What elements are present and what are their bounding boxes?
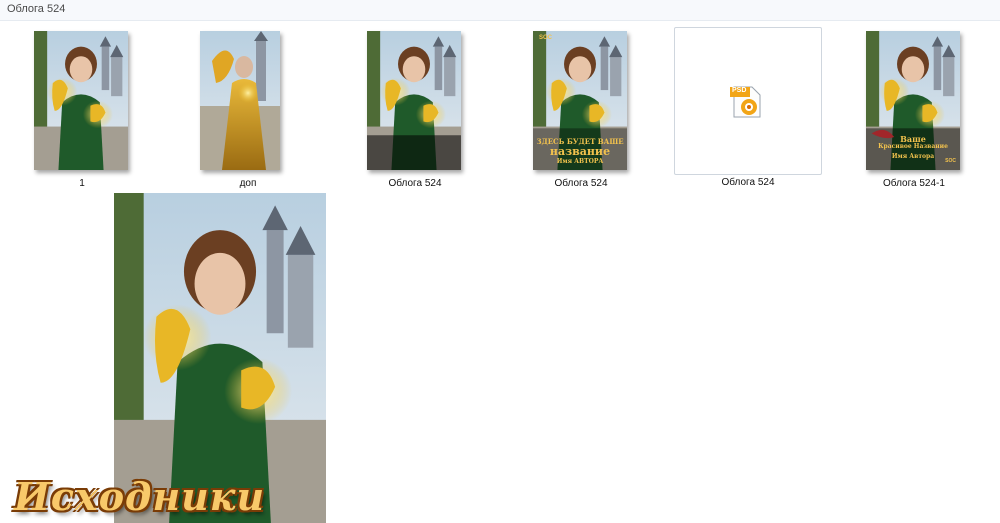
file-thumbnail <box>34 31 128 170</box>
file-tile[interactable]: ЗДЕСЬ БУДЕТ ВАШЕ название Имя АВТОРА SOC… <box>529 28 633 189</box>
file-tile[interactable]: Облога 524 <box>363 28 467 189</box>
file-tile[interactable]: 1 <box>30 28 134 189</box>
file-thumbnail <box>200 31 280 170</box>
file-thumbnail: Ваше Красивое Название Имя Автора SOC <box>866 31 960 170</box>
cover-title-line: Красивое Название <box>878 143 948 150</box>
file-thumbnail <box>367 31 461 170</box>
file-name: Облога 524-1 <box>883 178 945 189</box>
psd-file-icon: PSD <box>730 85 764 119</box>
file-name: 1 <box>79 178 85 189</box>
file-name: доп <box>239 178 257 189</box>
cover-title-line: название <box>549 145 611 158</box>
file-tile[interactable]: Ваше Красивое Название Имя Автора SOC Об… <box>862 28 966 189</box>
cover-author: Имя АВТОРА <box>556 158 604 165</box>
file-tile[interactable]: PSD Облога 524 <box>674 27 822 189</box>
cover-badge: SOC <box>539 35 553 41</box>
file-tile[interactable]: доп <box>196 28 300 189</box>
watermark-text: Исходники <box>14 474 266 519</box>
file-name: Облога 524 <box>388 178 442 189</box>
window-title: Облога 524 <box>7 3 66 15</box>
file-name: Облога 524 <box>554 178 608 189</box>
cover-badge: SOC <box>945 158 956 164</box>
window-titlebar: Облога 524 <box>0 0 1000 21</box>
file-name: Облога 524 <box>721 177 775 188</box>
file-thumbnail: ЗДЕСЬ БУДЕТ ВАШЕ название Имя АВТОРА SOC <box>533 31 627 170</box>
psd-badge: PSD <box>732 87 747 94</box>
